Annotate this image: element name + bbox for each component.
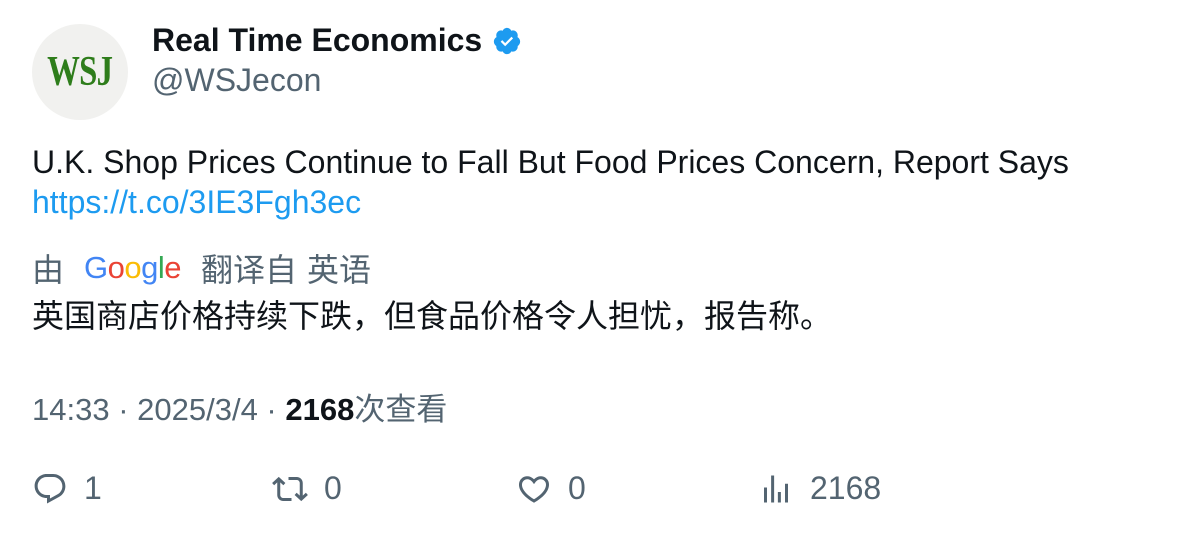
verified-badge-icon (492, 26, 522, 56)
avatar[interactable]: WSJ (32, 24, 128, 120)
translated-by-label: 由 (32, 252, 65, 288)
tweet-meta: 14:33 · 2025/3/4 · 2168次查看 (32, 384, 447, 429)
reply-icon (34, 473, 66, 504)
tweet-body: U.K. Shop Prices Continue to Fall But Fo… (32, 142, 1069, 222)
translated-text: 英国商店价格持续下跌，但食品价格令人担忧，报告称。 (32, 298, 833, 334)
tweet-time[interactable]: 14:33 (32, 392, 110, 427)
avatar-logo: WSJ (47, 49, 113, 95)
author-name-row: Real Time Economics (152, 22, 522, 59)
author-handle[interactable]: @WSJecon (152, 62, 321, 99)
reply-count: 1 (84, 470, 102, 506)
retweet-icon (272, 476, 308, 501)
tweet-card: WSJ Real Time Economics @WSJecon U.K. Sh… (0, 0, 1196, 538)
author-display-name[interactable]: Real Time Economics (152, 22, 482, 59)
meta-separator: · (257, 392, 286, 427)
translation-attribution: 由 Google 翻译自 英语 (32, 245, 371, 291)
translated-from-label: 翻译自 (201, 252, 298, 288)
like-count: 0 (568, 470, 586, 506)
tweet-text: U.K. Shop Prices Continue to Fall But Fo… (32, 144, 1069, 180)
source-language: 英语 (307, 252, 372, 288)
views-label: 次查看 (354, 392, 448, 427)
google-logo-icon: Google (84, 250, 182, 285)
meta-separator: · (109, 392, 138, 427)
action-bar: 1 0 0 2168 (32, 470, 1172, 514)
reply-button[interactable]: 1 (32, 470, 102, 507)
views-action-count: 2168 (810, 470, 882, 506)
retweet-count: 0 (324, 470, 342, 506)
tweet-date[interactable]: 2025/3/4 (137, 392, 258, 427)
views-button[interactable]: 2168 (758, 470, 881, 507)
tweet-link[interactable]: https://t.co/3IE3Fgh3ec (32, 182, 1069, 222)
views-count: 2168 (285, 392, 355, 427)
heart-icon (518, 475, 550, 503)
retweet-button[interactable]: 0 (272, 470, 342, 507)
like-button[interactable]: 0 (516, 470, 586, 507)
analytics-icon (764, 475, 788, 502)
